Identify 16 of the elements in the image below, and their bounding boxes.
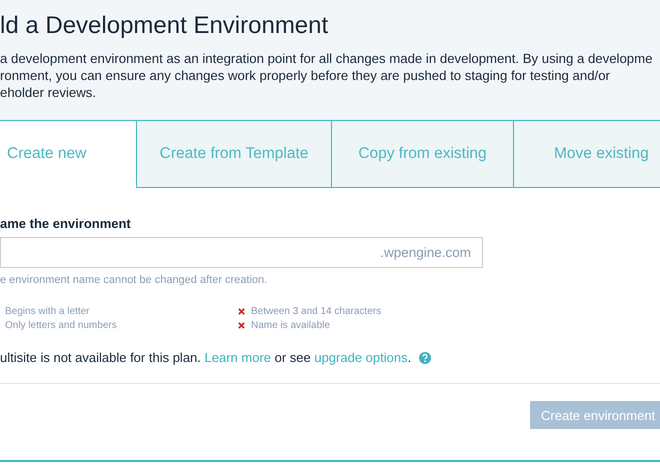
criterion-text: Between 3 and 14 characters (251, 306, 382, 316)
tab[interactable]: Create from Template (136, 121, 331, 188)
criterion-text: Begins with a letter (5, 306, 90, 316)
tab[interactable]: Copy from existing (331, 121, 513, 188)
criterion-text: Name is available (251, 320, 330, 330)
hint-text: e environment name cannot be changed after creation. (0, 274, 268, 286)
upgrade-options-link[interactable]: upgrade options (314, 350, 408, 365)
help-icon[interactable] (419, 352, 432, 364)
environment-name-field[interactable]: .wpengine.com (0, 237, 483, 268)
learn-more-link[interactable]: Learn more (204, 350, 271, 365)
notice-text: ultisite is not available for this plan. Learn more or see upgrade options. (0, 350, 412, 365)
criterion-text: Only letters and numbers (5, 320, 117, 330)
field-label: ame the environment (0, 216, 132, 231)
description-text: a development environment as an integration point for all changes made in development. By using a developme ronment, you can ensure any changes work properly before they are pushed to staging for testing and/or eholder reviews. (0, 50, 654, 101)
page-title: ld a Development Environment (0, 12, 330, 40)
tab[interactable]: Move existing (513, 121, 660, 188)
